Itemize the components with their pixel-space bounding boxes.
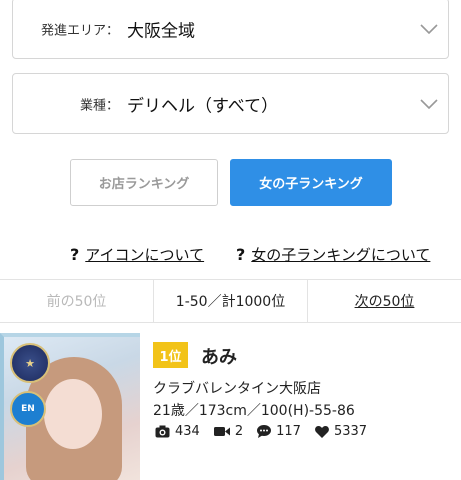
page-range-text: 1-50／計1000位: [153, 280, 307, 322]
photo-face-shape: [44, 379, 102, 449]
shop-ranking-button[interactable]: お店ランキング: [70, 159, 218, 206]
chevron-down-icon: [420, 23, 438, 34]
about-girl-ranking-link[interactable]: ? 女の子ランキングについて: [236, 244, 430, 265]
hall-of-fame-badge-icon: ★: [10, 343, 50, 383]
like-count: 5337: [315, 424, 367, 439]
video-count: 2: [213, 424, 244, 439]
chevron-down-icon: [420, 98, 438, 109]
genre-select-label: 業種：: [79, 98, 119, 113]
video-count-value: 2: [234, 424, 244, 439]
like-count-value: 5337: [333, 424, 368, 439]
video-camera-icon: [213, 427, 230, 436]
pagination-bar: 前の50位 1-50／計1000位 次の50位: [0, 279, 461, 323]
prev-page-link[interactable]: 前の50位: [0, 280, 153, 322]
girl-profile: 21歳／173cm／100(H)-55-86: [153, 403, 355, 419]
area-select-label: 発進エリア：: [40, 23, 119, 38]
speech-bubble-icon: [257, 425, 272, 438]
about-icons-label: アイコンについて: [85, 246, 205, 264]
photo-count: 434: [155, 424, 200, 439]
area-select[interactable]: 発進エリア： 大阪全域: [12, 0, 449, 59]
genre-select[interactable]: 業種： デリヘル（すべて）: [12, 73, 449, 134]
question-icon: ?: [236, 245, 246, 264]
camera-icon: [155, 425, 170, 438]
comment-count: 117: [257, 424, 301, 439]
photo-count-value: 434: [175, 424, 200, 439]
girl-ranking-button[interactable]: 女の子ランキング: [230, 159, 392, 206]
about-icons-link[interactable]: ? アイコンについて: [70, 244, 204, 265]
area-select-value: 大阪全域: [127, 21, 195, 41]
stats-row: 434 2 117 5337: [155, 424, 381, 439]
girl-name[interactable]: あみ: [201, 343, 237, 369]
heart-icon: [315, 425, 329, 438]
rank-badge: 1位: [153, 342, 188, 368]
english-ok-badge-icon: EN: [10, 391, 46, 427]
next-page-link[interactable]: 次の50位: [307, 280, 461, 322]
about-girl-ranking-label: 女の子ランキングについて: [251, 246, 431, 264]
ranking-entry[interactable]: ★ EN 1位 あみ クラブバレンタイン大阪店 21歳／173cm／100(H)…: [0, 333, 461, 480]
girl-photo[interactable]: ★ EN: [0, 333, 140, 480]
question-icon: ?: [70, 245, 80, 264]
genre-select-value: デリヘル（すべて）: [127, 96, 279, 116]
shop-name[interactable]: クラブバレンタイン大阪店: [153, 378, 321, 398]
comment-count-value: 117: [276, 424, 301, 439]
